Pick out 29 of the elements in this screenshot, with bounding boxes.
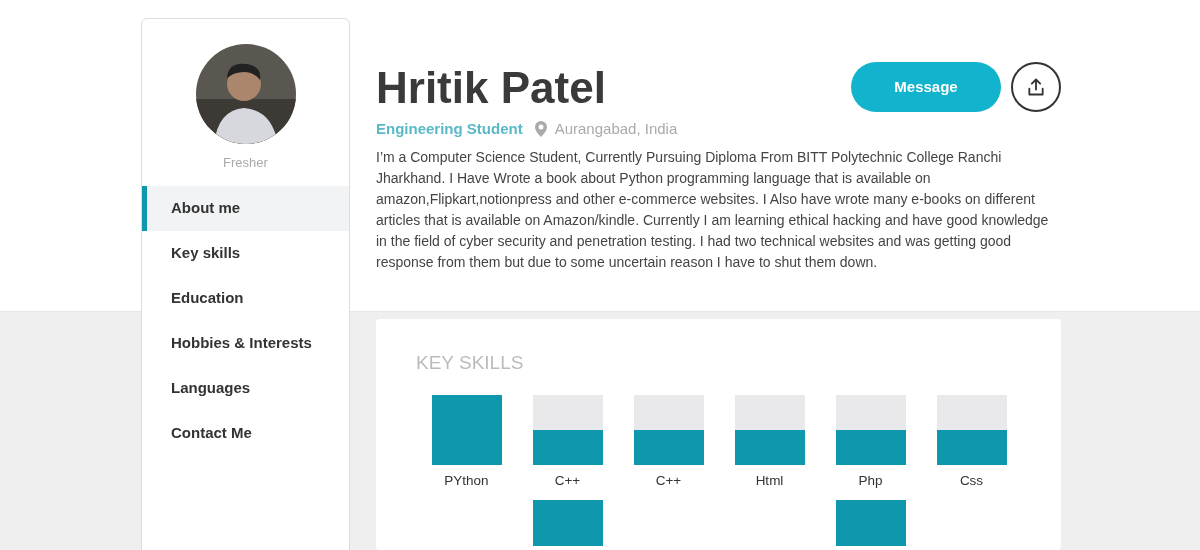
skill-label: Html: [755, 472, 784, 490]
skill-bar: [734, 395, 805, 465]
skill-label: C++: [554, 472, 581, 490]
skill-bar: [936, 395, 1007, 465]
sidebar-item[interactable]: Key skills: [142, 230, 349, 276]
sidebar-item[interactable]: Hobbies & Interests: [142, 320, 349, 366]
sidebar-item[interactable]: About me: [142, 185, 349, 231]
bio-paragraph: I’m a Computer Science Student, Currently Pursuing Diploma From BITT Polytechnic College Ranchi Jharkhand. I Have Wrote a book about Python programming language that is available on amazon,Flipkart,notionpress and other e-commerce websites. I Also have wrote many e-books on different articles that is available on Amazon/kindle. Currently I am learning ethical hacking and have good knowledge in the field of cyber security and penetration testing. I had two technical websites and was getting good response from them but due to some uncertain reason I have to shut them down.: [376, 147, 1050, 272]
role-text: Engineering Student: [376, 119, 523, 139]
sidebar-item[interactable]: Languages: [142, 365, 349, 411]
skill-label: PYthon: [444, 472, 489, 490]
profile-name: Hritik Patel: [376, 62, 606, 114]
share-icon: [1026, 77, 1046, 97]
section-title: KEY SKILLS: [416, 350, 525, 375]
sidebar-item[interactable]: Contact Me: [142, 410, 349, 456]
sidebar-item[interactable]: Education: [142, 275, 349, 321]
skill-label: Css: [959, 472, 984, 490]
status-text: Fresher: [223, 154, 268, 172]
location-pin-icon: [534, 121, 547, 138]
share-button[interactable]: [1011, 62, 1061, 112]
skill-label: C++: [655, 472, 682, 490]
skill-bar: [431, 395, 502, 465]
location-text: Aurangabad, India: [554, 119, 678, 139]
skill-bar: [835, 500, 906, 547]
skill-bar: [532, 395, 603, 465]
skill-bar: [835, 395, 906, 465]
skill-bar: [532, 500, 603, 547]
skill-label: Php: [858, 472, 883, 490]
skill-bar: [633, 395, 704, 465]
